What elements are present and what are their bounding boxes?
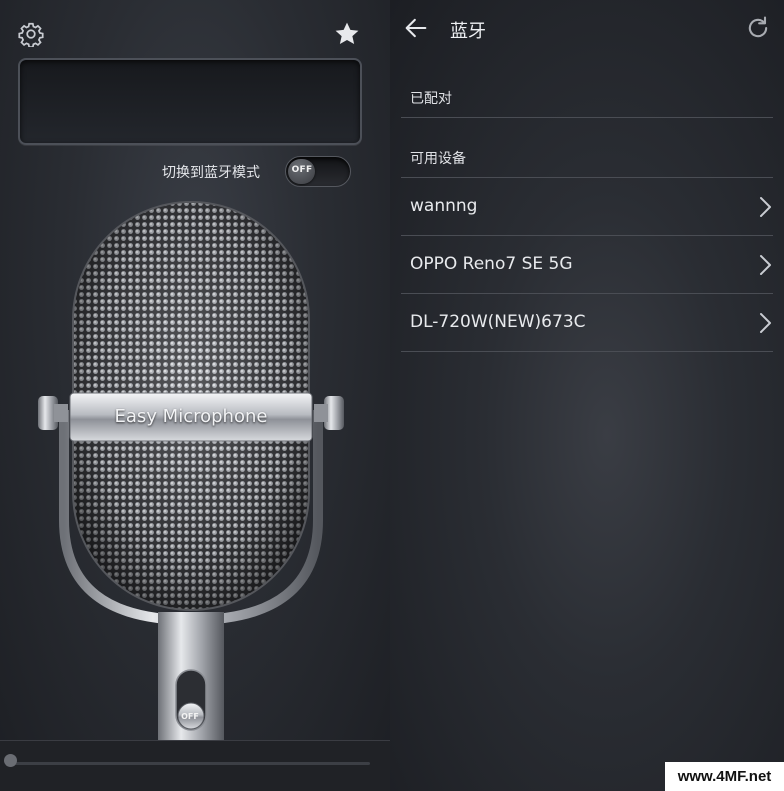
page-title: 蓝牙	[450, 21, 486, 42]
divider	[401, 351, 773, 352]
volume-slider-track[interactable]	[10, 762, 370, 765]
available-devices-header: 可用设备	[410, 151, 466, 167]
device-name: DL-720W(NEW)673C	[410, 312, 586, 332]
level-display	[18, 58, 362, 145]
toggle-state-label: OFF	[291, 165, 313, 175]
star-icon[interactable]	[333, 20, 361, 48]
device-row[interactable]: OPPO Reno7 SE 5G	[401, 236, 773, 293]
gear-icon[interactable]	[18, 21, 44, 47]
microphone-panel: 切换到蓝牙模式 OFF Easy Microphone OFF	[0, 0, 390, 791]
bluetooth-mode-label: 切换到蓝牙模式	[162, 165, 260, 181]
device-row[interactable]: DL-720W(NEW)673C	[401, 294, 773, 351]
paired-devices-header: 已配对	[410, 91, 452, 107]
divider	[401, 117, 773, 118]
microphone-illustration[interactable]	[36, 200, 346, 745]
microphone-brand-label: Easy Microphone	[114, 406, 268, 427]
chevron-right-icon	[760, 197, 771, 217]
chevron-right-icon	[760, 255, 771, 275]
bluetooth-mode-toggle[interactable]: OFF	[285, 156, 351, 187]
device-row[interactable]: wannng	[401, 178, 773, 235]
device-name: OPPO Reno7 SE 5G	[410, 254, 573, 274]
chevron-right-icon	[760, 313, 771, 333]
watermark: www.4MF.net	[665, 762, 784, 791]
volume-bar	[0, 740, 390, 791]
bluetooth-panel: 蓝牙 已配对 可用设备 wannng OPPO Reno7 SE 5G DL-7…	[390, 0, 784, 791]
refresh-icon[interactable]	[744, 14, 772, 42]
volume-slider-thumb[interactable]	[4, 754, 17, 767]
back-arrow-icon[interactable]	[402, 14, 430, 42]
microphone-power-switch[interactable]: OFF	[176, 712, 204, 721]
device-name: wannng	[410, 196, 478, 216]
